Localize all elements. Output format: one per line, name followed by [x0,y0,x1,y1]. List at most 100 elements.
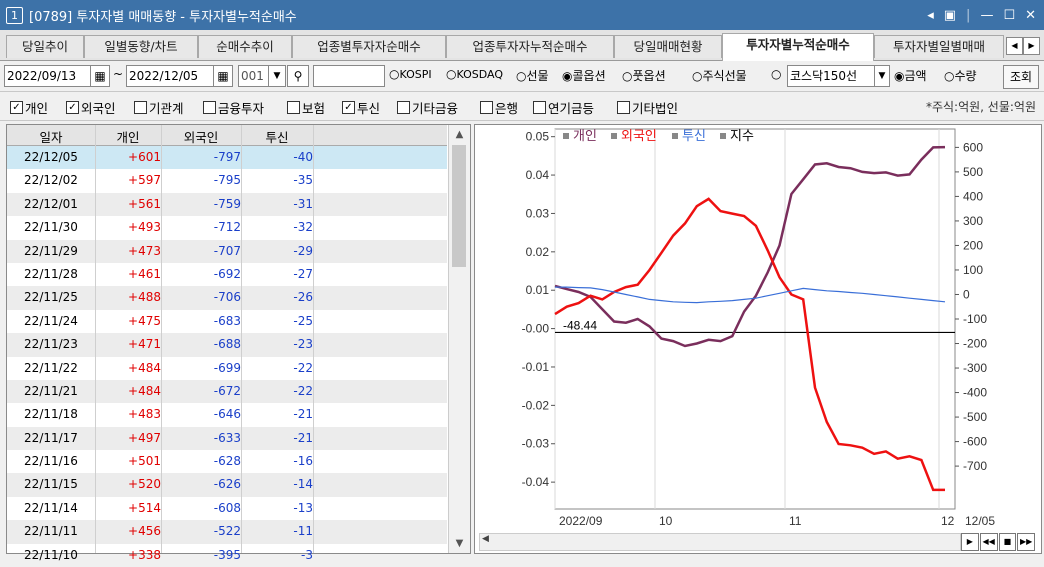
cell-trust: -32 [293,220,313,235]
tab-daily-chart[interactable]: 일별동향/차트 [84,35,198,58]
radio-amount[interactable]: ◉금액 [894,67,927,84]
table-row[interactable]: 22/11/22 +484 -699 -22 [7,357,447,380]
cell-foreign: -692 [213,266,241,281]
header-individual[interactable]: 개인 [95,127,161,146]
chart-horizontal-scrollbar[interactable]: ◀ [479,533,961,551]
table-row[interactable]: 22/11/10 +338 -395 -3 [7,544,447,567]
header-foreign[interactable]: 외국인 [161,127,241,146]
cell-date: 22/11/17 [24,430,78,445]
table-row[interactable]: 22/12/01 +561 -759 -31 [7,192,447,217]
cell-trust: -14 [293,477,313,492]
radio-put-option[interactable]: ○풋옵션 [622,67,666,84]
scroll-down-icon[interactable]: ▼ [449,538,470,549]
table-row[interactable]: 22/11/25 +488 -706 -26 [7,286,447,310]
stop-icon[interactable]: ■ [998,533,1017,551]
search-icon[interactable]: ⚲ [287,65,309,87]
radio-index[interactable]: ○ [771,67,781,81]
tab-daily-trading[interactable]: 당일매매현황 [614,35,722,58]
rewind-icon[interactable]: ◀◀ [979,533,998,551]
cell-foreign: -688 [213,337,241,352]
table-row[interactable]: 22/11/15 +520 -626 -14 [7,473,447,497]
left-tick-label: -0.01 [522,360,550,374]
cell-individual: +483 [128,407,161,422]
code-input[interactable]: 001 [238,65,270,87]
radio-futures[interactable]: ○선물 [516,67,549,84]
date-from-input[interactable]: 2022/09/13 [4,65,92,87]
checkbox-individual[interactable]: ✓ 개인 [10,98,48,117]
tab-sector-cumulative[interactable]: 업종투자자누적순매수 [446,35,614,58]
search-input[interactable] [313,65,385,87]
cell-trust: -26 [293,290,313,305]
scroll-up-icon[interactable]: ▲ [449,129,470,140]
scroll-left-icon[interactable]: ◀ [482,534,489,544]
table-row[interactable]: 22/11/11 +456 -522 -11 [7,520,447,544]
table-row[interactable]: 22/11/24 +475 -683 -25 [7,310,447,333]
checkbox-foreign[interactable]: ✓ 외국인 [66,98,116,117]
table-row[interactable]: 22/11/28 +461 -692 -27 [7,263,447,286]
tab-net-buy-trend[interactable]: 순매수추이 [198,35,292,58]
checkbox-trust[interactable]: ✓ 투신 [342,98,380,117]
legend-label[interactable]: 외국인 [621,128,657,143]
table-row[interactable]: 22/12/02 +597 -795 -35 [7,169,447,192]
chevron-down-icon[interactable]: ▼ [268,65,286,87]
checkbox-other-finance[interactable]: 기타금융 [397,98,458,117]
cell-date: 22/11/11 [24,524,78,539]
cell-foreign: -707 [213,243,241,258]
calendar-to-icon[interactable]: ▦ [213,65,233,87]
checkbox-financial-investment[interactable]: 금융투자 [203,98,264,117]
calendar-from-icon[interactable]: ▦ [90,65,110,87]
tab-sector-investor[interactable]: 업종별투자자순매수 [292,35,446,58]
screen-icon[interactable]: ▣ [944,8,956,23]
legend-label[interactable]: 투신 [682,128,706,143]
close-icon[interactable]: ✕ [1025,8,1036,23]
table-row[interactable]: 22/11/14 +514 -608 -13 [7,497,447,520]
radio-stock-futures[interactable]: ○주식선물 [692,67,747,84]
checkbox-pension[interactable]: 연기금등 [533,98,594,117]
tab-next-icon[interactable]: ▶ [1023,37,1040,55]
checkbox-institution[interactable]: 기관계 [134,98,184,117]
legend-label[interactable]: 개인 [573,128,597,143]
right-tick-label: -300 [963,361,987,375]
index-chevron-down-icon[interactable]: ▼ [874,65,890,87]
tab-prev-icon[interactable]: ◀ [1006,37,1023,55]
table-row[interactable]: 22/11/17 +497 -633 -21 [7,426,447,451]
right-tick-label: 300 [963,214,983,228]
cell-date: 22/11/21 [24,383,78,398]
cumulative-net-buy-chart[interactable]: 0.05 0.04 0.03 0.02 0.01 -0.00 -0.01 -0.02 -0.03… [475,125,1041,530]
radio-call-option[interactable]: ◉콜옵션 [562,67,606,84]
plot-area [554,128,956,510]
table-row[interactable]: 22/11/21 +484 -672 -22 [7,379,447,404]
table-row[interactable]: 22/11/30 +493 -712 -32 [7,216,447,239]
table-row[interactable]: 22/11/29 +473 -707 -29 [7,239,447,263]
maximize-icon[interactable]: ☐ [1003,8,1015,23]
checkbox-bank[interactable]: 은행 [480,98,518,117]
tab-investor-cumulative[interactable]: 투자자별누적순매수 [722,33,874,61]
next-page-icon[interactable]: ▶ [961,533,979,551]
tab-investor-daily[interactable]: 투자자별일별매매 [874,35,1004,58]
date-to-input[interactable]: 2022/12/05 [126,65,214,87]
left-tick-label: 0.05 [526,130,550,144]
cell-individual: +484 [128,360,161,375]
fast-forward-icon[interactable]: ▶▶ [1017,533,1035,551]
radio-kospi[interactable]: ○KOSPI [389,67,432,81]
checkbox-other-corp[interactable]: 기타법인 [617,98,678,117]
index-select[interactable]: 코스닥150선 [787,65,877,87]
checkbox-insurance[interactable]: 보험 [287,98,325,117]
header-date[interactable]: 일자 [7,127,95,146]
query-button[interactable]: 조회 [1003,65,1039,89]
tab-daily-trend[interactable]: 당일추이 [6,35,84,58]
restore-arrow-icon[interactable]: ◂ [927,8,934,23]
table-row[interactable]: 22/11/23 +471 -688 -23 [7,333,447,357]
minimize-icon[interactable]: — [980,8,993,23]
table-row[interactable]: 22/11/18 +483 -646 -21 [7,403,447,426]
legend-label[interactable]: 지수 [730,128,754,143]
header-trust[interactable]: 투신 [241,127,313,146]
unit-note: *주식:억원, 선물:억원 [925,100,1036,114]
radio-kosdaq[interactable]: ○KOSDAQ [446,67,503,81]
table-row[interactable]: 22/12/05 +601 -797 -40 [7,146,447,170]
cell-individual: +561 [128,196,161,211]
table-vertical-scrollbar[interactable]: ▲ ▼ [448,125,470,553]
radio-quantity[interactable]: ○수량 [944,67,977,84]
scroll-thumb[interactable] [452,145,466,267]
table-row[interactable]: 22/11/16 +501 -628 -16 [7,450,447,473]
